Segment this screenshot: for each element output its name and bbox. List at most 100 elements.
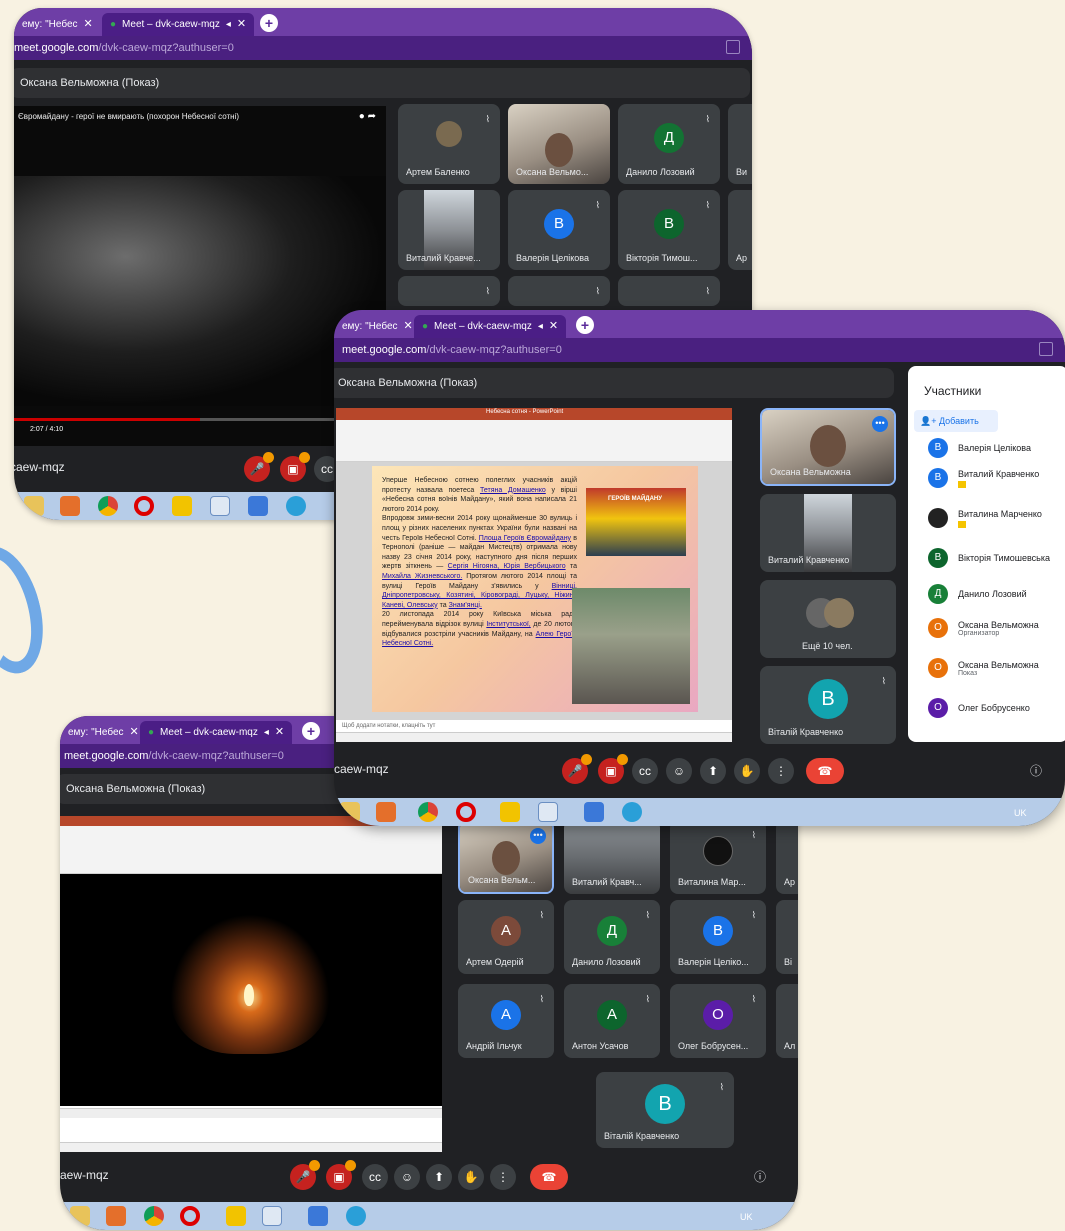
participant-tile[interactable]: ⌇ Виталина Мар... xyxy=(670,820,766,894)
participant-tile[interactable]: ⌇ xyxy=(398,276,500,306)
app-icon[interactable] xyxy=(226,1206,246,1226)
ppt-ribbon[interactable] xyxy=(336,420,732,462)
new-tab-button[interactable]: + xyxy=(260,14,278,32)
close-icon[interactable]: ✕ xyxy=(237,13,246,36)
youtube-video[interactable]: Євромайдану - герої не вмирають (похорон… xyxy=(14,106,386,446)
more-options-icon[interactable]: ••• xyxy=(872,416,888,432)
tab-meet[interactable]: ● Meet – dvk-caew-mqz ◂ ✕ xyxy=(414,315,567,338)
notes-pane[interactable]: Щоб додати нотатки, клацніть тут xyxy=(336,720,732,732)
participant-tile[interactable]: B ⌇ Віталій Кравченко xyxy=(596,1072,734,1148)
media-icon[interactable] xyxy=(106,1206,126,1226)
chrome-app-icon[interactable] xyxy=(308,1206,328,1226)
share-arrow-icon[interactable]: ● ➦ xyxy=(359,111,376,122)
app-icon[interactable] xyxy=(500,802,520,822)
participant-tile[interactable]: B ⌇ Вікторія Тимош... xyxy=(618,190,720,270)
slide-link[interactable]: Михайла Жизневського. xyxy=(382,573,462,580)
participant-tile[interactable]: B ⌇ Валерія Целікова xyxy=(508,190,610,270)
media-icon[interactable] xyxy=(60,496,80,516)
document-icon[interactable] xyxy=(210,496,230,516)
address-bar[interactable]: meet.google.com/dvk-caew-mqz?authuser=0 xyxy=(334,338,1065,362)
chrome-icon[interactable] xyxy=(144,1206,164,1226)
tab-presentation[interactable]: ему: "Небес ✕ xyxy=(60,721,147,744)
add-people-button[interactable]: 👤+ Добавить xyxy=(914,410,998,432)
close-icon[interactable]: ✕ xyxy=(84,13,93,36)
powerpoint-window[interactable] xyxy=(60,816,442,1152)
opera-icon[interactable] xyxy=(456,802,476,822)
captions-button[interactable]: cc xyxy=(632,758,658,784)
participant-tile[interactable]: ••• Оксана Вельм... xyxy=(458,820,554,894)
participant-tile[interactable]: B ⌇ Віталій Кравченко xyxy=(760,666,896,744)
explorer-icon[interactable] xyxy=(24,496,44,516)
participant-row[interactable]: B Виталий Кравченко xyxy=(928,468,1039,488)
close-icon[interactable]: ✕ xyxy=(404,315,413,338)
tab-presentation[interactable]: ему: "Небес ✕ xyxy=(334,315,421,338)
powerpoint-window[interactable]: Небесна сотня - PowerPoint Уперше Небесн… xyxy=(336,408,732,742)
more-options-icon[interactable]: ⋮ xyxy=(490,1164,516,1190)
new-tab-button[interactable]: + xyxy=(302,722,320,740)
participant-tile[interactable]: Д ⌇ Данило Лозовий xyxy=(618,104,720,184)
progress-bar[interactable] xyxy=(14,418,386,421)
participant-row[interactable]: O Оксана Вельможна Организатор xyxy=(928,618,1039,638)
raise-hand-icon[interactable]: ✋ xyxy=(734,758,760,784)
participant-row[interactable]: B Вікторія Тимошевська xyxy=(928,548,1050,568)
participant-tile[interactable]: Виталий Кравченко xyxy=(760,494,896,572)
ppt-ribbon[interactable] xyxy=(60,826,442,874)
participant-tile[interactable]: Виталий Кравче... xyxy=(398,190,500,270)
app-icon[interactable] xyxy=(172,496,192,516)
telegram-icon[interactable] xyxy=(286,496,306,516)
explorer-icon[interactable] xyxy=(70,1206,90,1226)
captions-button[interactable]: cc xyxy=(362,1164,388,1190)
camera-off-button[interactable]: ▣ xyxy=(326,1160,356,1190)
participant-tile[interactable]: A ⌇ Артем Одерій xyxy=(458,900,554,974)
camera-off-button[interactable]: ▣ xyxy=(280,452,310,482)
participant-tile[interactable]: Ал xyxy=(776,984,798,1058)
participant-tile[interactable]: Д ⌇ Данило Лозовий xyxy=(564,900,660,974)
opera-icon[interactable] xyxy=(134,496,154,516)
address-bar[interactable]: meet.google.com/dvk-caew-mqz?authuser=0 xyxy=(14,36,752,60)
emoji-icon[interactable]: ☺ xyxy=(666,758,692,784)
mic-off-button[interactable]: 🎤 xyxy=(290,1160,320,1190)
end-call-button[interactable]: ☎ xyxy=(530,1164,568,1190)
mic-off-button[interactable]: 🎤 xyxy=(244,452,274,482)
explorer-icon[interactable] xyxy=(340,802,360,822)
slide-link[interactable]: Знам'янці. xyxy=(449,602,482,609)
chrome-icon[interactable] xyxy=(98,496,118,516)
present-button[interactable]: ⬆ xyxy=(426,1164,452,1190)
telegram-icon[interactable] xyxy=(346,1206,366,1226)
close-icon[interactable]: ✕ xyxy=(549,315,558,338)
chrome-app-icon[interactable] xyxy=(248,496,268,516)
participant-tile[interactable]: ⌇ xyxy=(508,276,610,306)
slide-link[interactable]: Тетяна Домашенко xyxy=(480,487,546,494)
chrome-icon[interactable] xyxy=(418,802,438,822)
tab-meet[interactable]: ● Meet – dvk-caew-mqz ◂ ✕ xyxy=(102,13,255,36)
participant-tile[interactable]: ⌇ Артем Баленко xyxy=(398,104,500,184)
chrome-app-icon[interactable] xyxy=(584,802,604,822)
slide-link[interactable]: Сергія Нігояна, Юрія Вербицького xyxy=(448,563,566,570)
participant-tile[interactable]: Ар xyxy=(776,820,798,894)
participant-row[interactable]: B Валерія Целікова xyxy=(928,438,1031,458)
participant-tile[interactable]: Ещё 10 чел. xyxy=(760,580,896,658)
participant-tile[interactable]: ⌇ xyxy=(618,276,720,306)
emoji-icon[interactable]: ☺ xyxy=(394,1164,420,1190)
participant-tile[interactable]: Ар xyxy=(728,190,752,270)
tab-meet[interactable]: ● Meet – dvk-caew-mqz ◂ ✕ xyxy=(140,721,293,744)
media-controls[interactable] xyxy=(60,1108,442,1118)
close-icon[interactable]: ✕ xyxy=(130,721,139,744)
mic-off-button[interactable]: 🎤 xyxy=(562,754,592,784)
participant-tile[interactable]: Ві xyxy=(776,900,798,974)
slide-link[interactable]: Інститутської, xyxy=(486,621,530,628)
participant-tile[interactable]: Ви xyxy=(728,104,752,184)
participant-tile[interactable]: A ⌇ Антон Усачов xyxy=(564,984,660,1058)
share-icon[interactable] xyxy=(1039,342,1053,356)
opera-icon[interactable] xyxy=(180,1206,200,1226)
participant-tile[interactable]: A ⌇ Андрій Ільчук xyxy=(458,984,554,1058)
more-options-icon[interactable]: ••• xyxy=(530,828,546,844)
more-options-icon[interactable]: ⋮ xyxy=(768,758,794,784)
participant-tile[interactable]: ••• Оксана Вельможна xyxy=(760,408,896,486)
end-call-button[interactable]: ☎ xyxy=(806,758,844,784)
telegram-icon[interactable] xyxy=(622,802,642,822)
media-icon[interactable] xyxy=(376,802,396,822)
document-icon[interactable] xyxy=(262,1206,282,1226)
participant-row[interactable]: Д Данило Лозовий xyxy=(928,584,1027,604)
raise-hand-icon[interactable]: ✋ xyxy=(458,1164,484,1190)
